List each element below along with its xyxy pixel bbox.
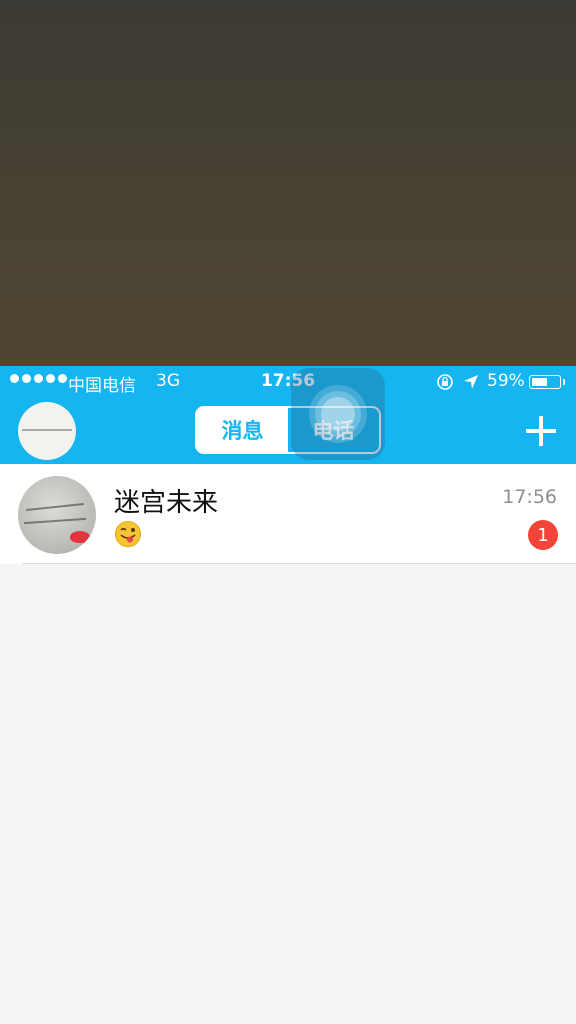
conversation-row[interactable]: 迷宫未来 17:56 1 — [0, 464, 576, 564]
contact-name: 迷宫未来 — [114, 488, 219, 518]
location-arrow-icon — [464, 375, 478, 389]
battery-icon — [529, 375, 561, 389]
battery-percent: 59% — [487, 371, 525, 391]
app-header: 中国电信 3G 17:56 59% 消息 电话 — [0, 366, 576, 464]
reachability-backdrop — [0, 0, 576, 366]
add-plus-button[interactable] — [522, 412, 560, 450]
assistive-touch-button[interactable] — [291, 368, 385, 460]
tongue-wink-emoji-icon — [115, 521, 141, 547]
contact-avatar — [18, 476, 96, 554]
conversation-list: 迷宫未来 17:56 1 — [0, 464, 576, 564]
battery-tip — [563, 379, 565, 385]
tab-messages[interactable]: 消息 — [197, 408, 288, 452]
message-time: 17:56 — [502, 486, 557, 508]
rotation-lock-icon — [437, 374, 453, 390]
profile-avatar[interactable] — [18, 402, 76, 460]
status-bar: 中国电信 3G 17:56 59% — [0, 366, 576, 398]
unread-badge: 1 — [528, 520, 558, 550]
